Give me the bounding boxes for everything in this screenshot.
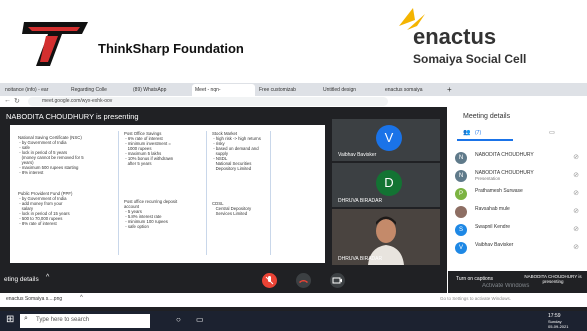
chevron-up-icon[interactable]: ^ — [80, 295, 83, 301]
browser-tab-bar: noitance (info) - ear Regarding Colle (8… — [0, 83, 587, 96]
windows-taskbar: ⊞ ⌕ Type here to search ○ ▭ 17:59 Sunday… — [0, 311, 587, 331]
enactus-wordmark: enactus — [413, 24, 497, 49]
enactus-logo: enactus Somaiya Social Cell — [395, 6, 585, 70]
avatar: D — [376, 170, 402, 196]
browser-tab[interactable]: Untitled design — [320, 84, 381, 96]
camera-icon — [332, 277, 342, 284]
slide-text-cdsl: CDSL Central Depository Services Limited — [212, 201, 252, 216]
mic-off-icon: ⊘ — [573, 190, 579, 197]
slide-text-nsc: National Saving Certificate (NSC) - by G… — [18, 135, 84, 175]
participant-row[interactable]: N NABODITA CHOUDHURY Presentation ⊘ — [455, 169, 583, 185]
avatar: P — [455, 188, 467, 200]
url-field[interactable]: meet.google.com/wyx-exhk-oov — [28, 97, 388, 106]
slide-text-post-office: Post Office Savings - 6% rate of interes… — [124, 131, 174, 166]
mic-off-icon: ⊘ — [573, 208, 579, 215]
task-view-icon[interactable]: ▭ — [196, 315, 204, 324]
slide-divider — [206, 131, 207, 255]
participant-name: NABODITA CHOUDHURY — [475, 152, 534, 158]
tile-name: Vaibhav Bavisker — [338, 152, 377, 158]
hang-up-icon — [299, 280, 308, 283]
participant-subtitle: Presentation — [475, 176, 501, 181]
meeting-details-link[interactable]: eting details — [4, 276, 39, 283]
browser-tab[interactable]: noitance (info) - ear — [2, 84, 67, 96]
activate-windows-subtitle: Go to Settings to activate Windows. — [440, 296, 512, 301]
participant-row[interactable]: S Swapnil Kendre ⊘ — [455, 223, 583, 239]
participant-row[interactable]: Ravsahab mule ⊘ — [455, 205, 583, 221]
slide-divider — [118, 131, 119, 255]
meeting-details-panel: Meeting details 👥 (7) ▭ N NABODITA CHOUD… — [447, 107, 587, 297]
slide-text-recurring: Post office recurring deposit account - … — [124, 199, 178, 229]
end-call-button[interactable] — [296, 273, 311, 288]
camera-button[interactable] — [330, 273, 345, 288]
clock-date: 05-09-2021 — [548, 324, 569, 329]
people-icon: 👥 — [463, 130, 471, 136]
participant-tile[interactable]: D DHRUVA BIRADAR — [332, 163, 440, 207]
taskbar-search[interactable]: ⌕ Type here to search — [20, 314, 150, 328]
participant-row[interactable]: P Prathamesh Surwase ⊘ — [455, 187, 583, 203]
thinksharp-t-icon — [22, 22, 88, 66]
participant-name: Ravsahab mule — [475, 206, 510, 212]
address-bar: ← ↻ meet.google.com/wyx-exhk-oov — [0, 96, 587, 107]
browser-tab[interactable]: enactus somaiya — [382, 84, 443, 96]
tile-name: DHRUVA BIRADAR — [338, 198, 383, 204]
avatar — [455, 206, 467, 218]
shared-slide: National Saving Certificate (NSC) - by G… — [10, 125, 325, 263]
presenting-footer: NABODITA CHOUDHURY is presenting — [524, 274, 582, 284]
participant-row[interactable]: N NABODITA CHOUDHURY ⊘ — [455, 151, 583, 167]
download-file[interactable]: enactus Somaiya s....png — [6, 296, 62, 302]
panel-title: Meeting details — [463, 113, 511, 120]
cortana-icon[interactable]: ○ — [176, 315, 181, 324]
meet-footer-right: Turn on captions NABODITA CHOUDHURY is p… — [448, 271, 587, 293]
mic-off-icon: ⊘ — [573, 154, 579, 161]
mic-off-icon: ⊘ — [573, 226, 579, 233]
windows-start-icon[interactable]: ⊞ — [6, 314, 14, 325]
meet-control-bar: eting details ^ — [0, 271, 440, 291]
presenting-banner: NABODITA CHOUDHURY is presenting — [6, 112, 139, 121]
participant-row[interactable]: V Vaibhav Bavisker ⊘ — [455, 241, 583, 257]
reload-icon[interactable]: ↻ — [14, 97, 20, 105]
tile-name: DHRUVA BIRADAR — [338, 256, 383, 262]
slide-divider — [270, 131, 271, 255]
browser-tab[interactable]: Free customizab — [256, 84, 319, 96]
downloads-bar: enactus Somaiya s....png ^ Go to Setting… — [0, 293, 587, 307]
participant-tile[interactable]: V Vaibhav Bavisker — [332, 119, 440, 161]
activate-windows-title: Activate Windows — [482, 283, 530, 289]
chat-icon: ▭ — [549, 130, 555, 136]
captions-button[interactable]: Turn on captions — [456, 276, 493, 282]
chat-tab[interactable]: ▭ — [527, 129, 577, 139]
avatar: N — [455, 152, 467, 164]
browser-tab[interactable]: (89) WhatsApp — [130, 84, 191, 96]
slide-text-ppf: Public Provident Fund (PPF) - by Governm… — [18, 191, 73, 226]
browser-tab-active[interactable]: Meet - nqn- — [192, 84, 255, 96]
participant-name: Vaibhav Bavisker — [475, 242, 514, 248]
mic-off-icon — [265, 276, 274, 285]
mic-muted-button[interactable] — [262, 273, 277, 288]
chevron-up-icon[interactable]: ^ — [46, 274, 49, 281]
avatar: V — [455, 242, 467, 254]
back-icon[interactable]: ← — [4, 97, 11, 104]
slide-text-stock-market: Stock Market - high risk -> high returns… — [212, 131, 261, 171]
browser-tab[interactable]: Regarding Colle — [68, 84, 129, 96]
people-count: (7) — [475, 130, 482, 136]
avatar: N — [455, 170, 467, 182]
thinksharp-name: ThinkSharp Foundation — [98, 41, 244, 56]
enactus-subtitle: Somaiya Social Cell — [413, 52, 527, 66]
avatar: V — [376, 125, 402, 151]
avatar: S — [455, 224, 467, 236]
thinksharp-logo: ThinkSharp Foundation — [22, 18, 244, 68]
participant-name: Swapnil Kendre — [475, 224, 511, 230]
new-tab-icon[interactable]: + — [444, 84, 457, 96]
mic-off-icon: ⊘ — [573, 244, 579, 251]
mic-off-icon: ⊘ — [573, 172, 579, 179]
search-icon: ⌕ — [24, 315, 28, 322]
people-tab[interactable]: 👥 (7) — [457, 129, 513, 141]
meet-screenshot: noitance (info) - ear Regarding Colle (8… — [0, 83, 587, 331]
participant-video-tile[interactable]: DHRUVA BIRADAR — [332, 209, 440, 265]
search-placeholder: Type here to search — [36, 317, 90, 323]
participant-name: Prathamesh Surwase — [475, 188, 523, 194]
